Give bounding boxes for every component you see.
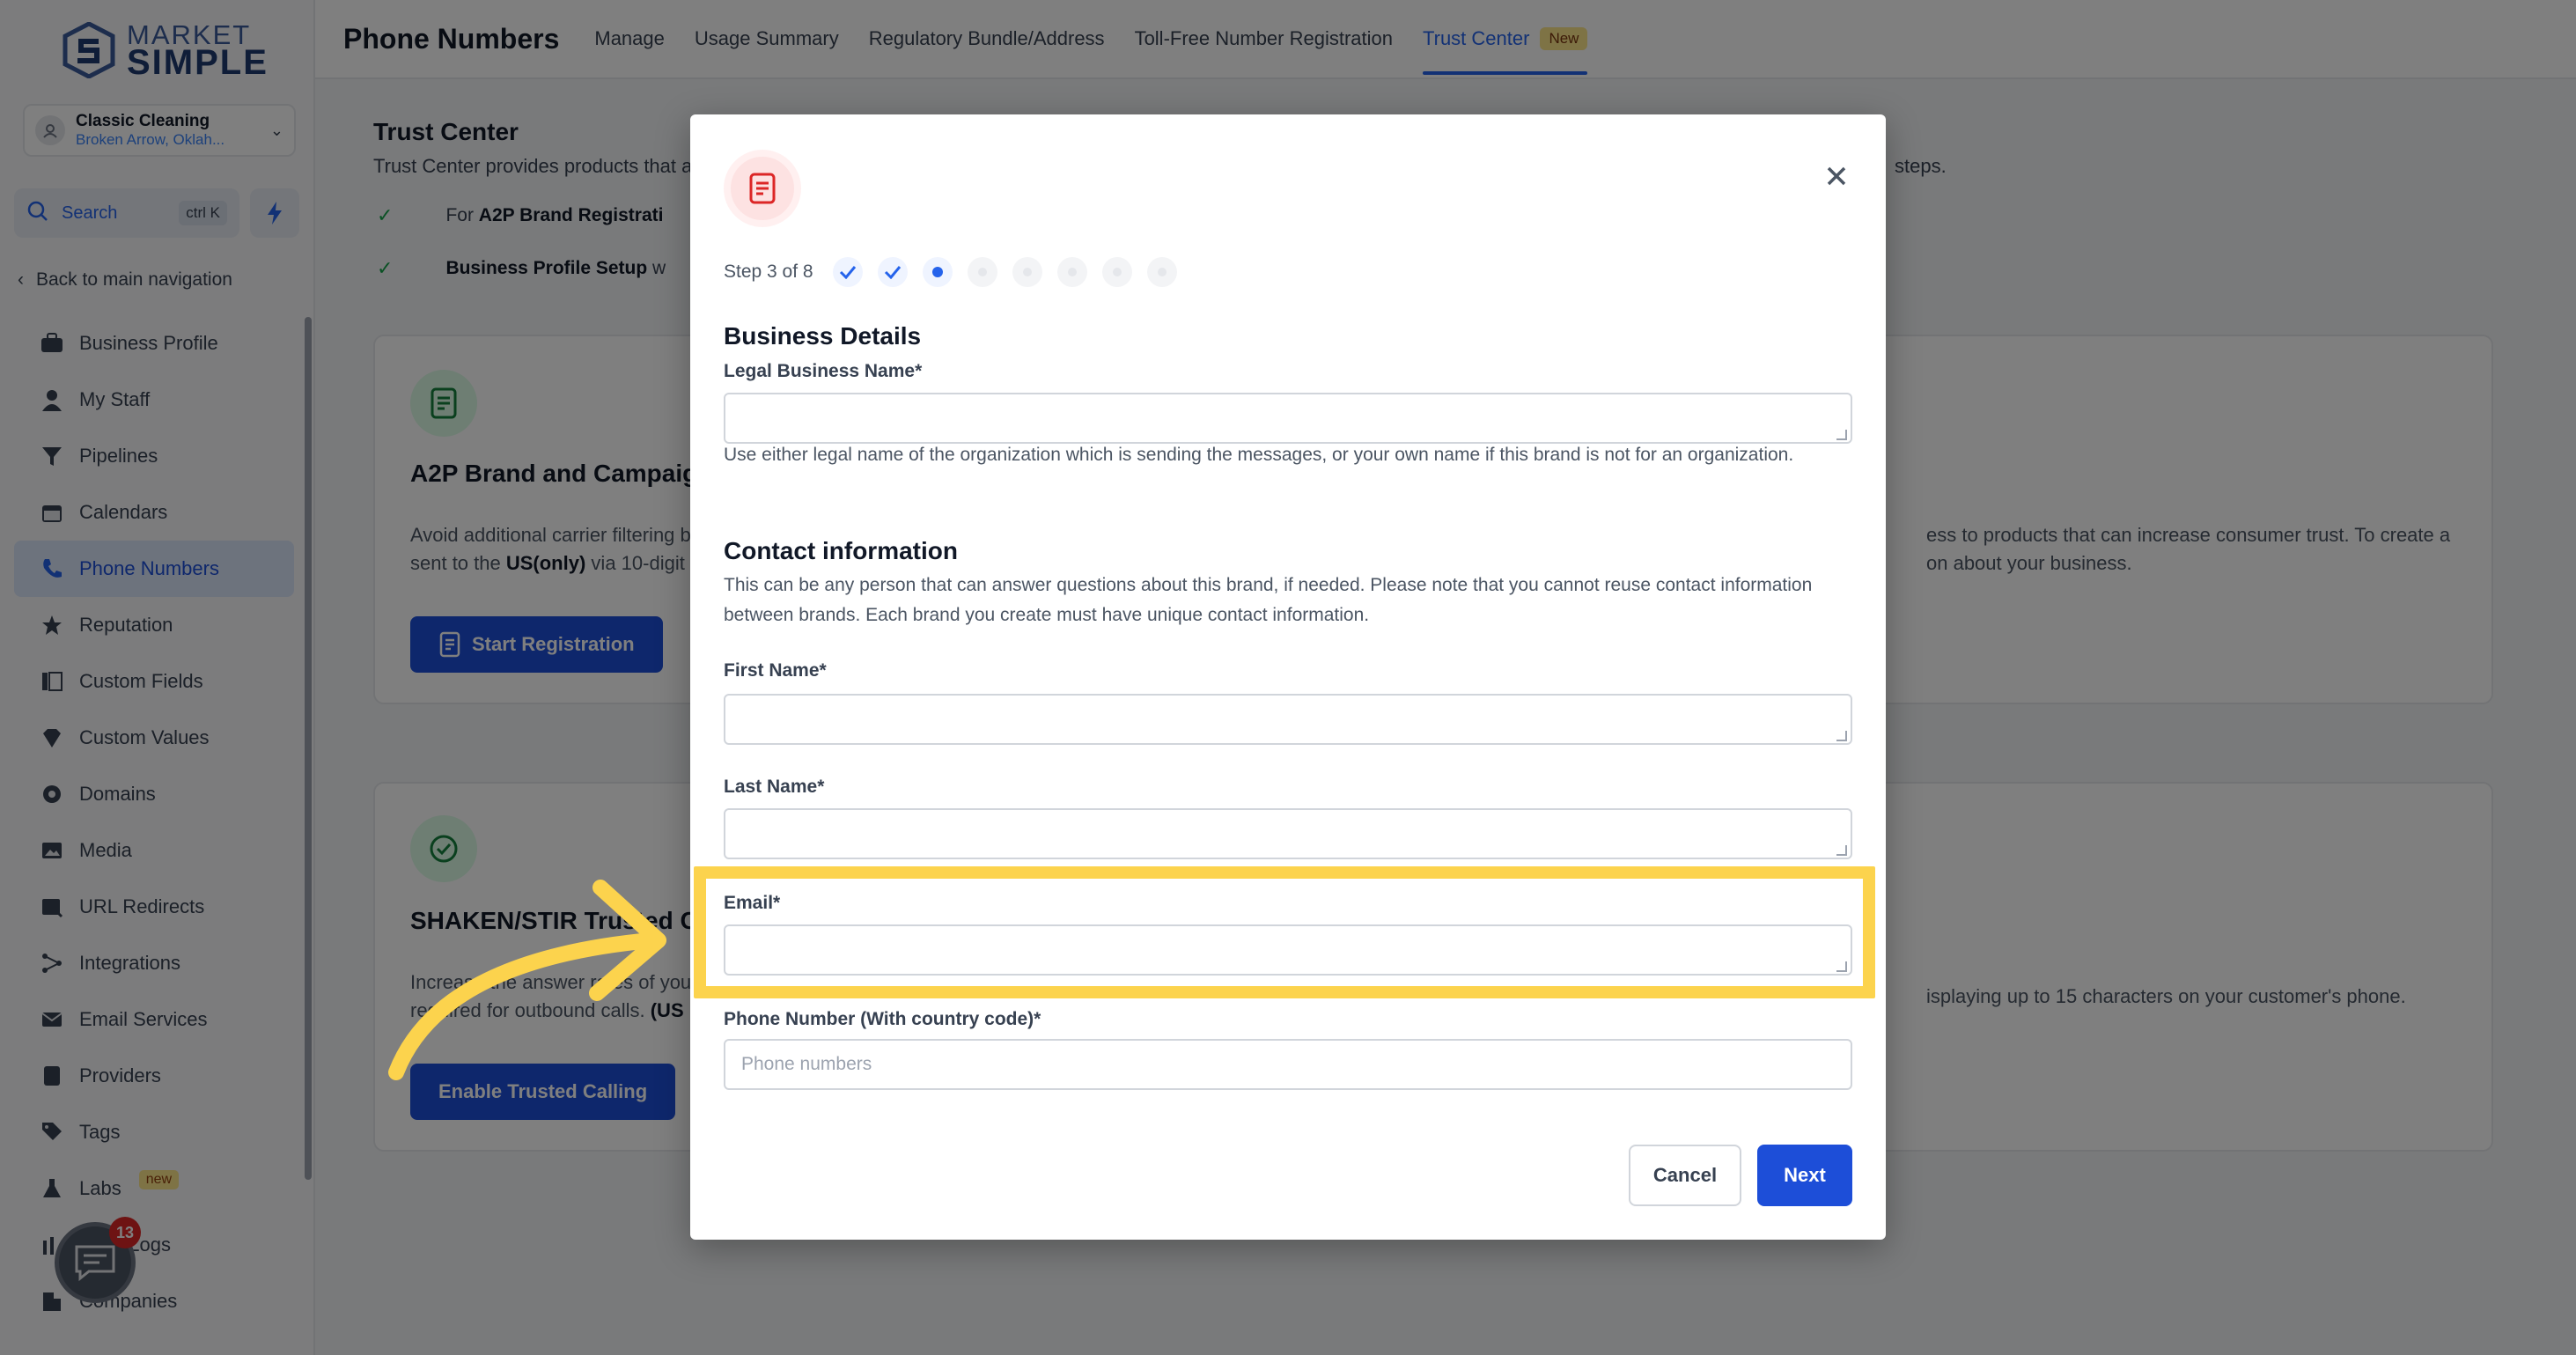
step-7	[1101, 257, 1132, 287]
email-input[interactable]	[724, 924, 1852, 976]
step-2-done	[877, 257, 908, 287]
step-1-done	[832, 257, 863, 287]
checkmark-icon	[839, 266, 856, 279]
step-8	[1146, 257, 1177, 287]
resize-handle-icon[interactable]	[1836, 731, 1847, 741]
contact-information-heading: Contact information	[724, 537, 958, 564]
contact-help-text: This can be any person that can answer q…	[724, 575, 1813, 625]
first-name-input[interactable]	[724, 694, 1852, 745]
checkmark-icon	[884, 266, 901, 279]
close-icon	[1827, 166, 1846, 186]
business-details-modal: Step 3 of 8 Business Details Legal Busin…	[690, 114, 1886, 1240]
close-button[interactable]	[1817, 157, 1856, 195]
next-button[interactable]: Next	[1757, 1145, 1852, 1206]
step-6	[1056, 257, 1087, 287]
resize-handle-icon[interactable]	[1836, 845, 1847, 856]
legal-name-help-text: Use either legal name of the organizatio…	[724, 445, 1794, 465]
business-details-heading: Business Details	[724, 322, 922, 350]
resize-handle-icon[interactable]	[1836, 430, 1847, 440]
curved-arrow-icon	[388, 880, 666, 1080]
document-icon	[724, 150, 801, 227]
last-name-input[interactable]	[724, 808, 1852, 859]
step-progress: Step 3 of 8	[724, 257, 1192, 287]
step-4	[967, 257, 997, 287]
email-label: Email*	[724, 893, 781, 913]
phone-number-label: Phone Number (With country code)*	[724, 1009, 1041, 1029]
resize-handle-icon[interactable]	[1836, 961, 1847, 972]
step-label: Step 3 of 8	[724, 261, 813, 282]
legal-business-name-input[interactable]	[724, 393, 1852, 444]
first-name-label: First Name*	[724, 660, 827, 681]
cancel-button[interactable]: Cancel	[1629, 1145, 1741, 1206]
phone-number-input[interactable]	[724, 1039, 1852, 1090]
step-5	[1012, 257, 1042, 287]
step-3-current	[922, 257, 953, 287]
last-name-label: Last Name*	[724, 777, 825, 797]
legal-business-name-label: Legal Business Name*	[724, 361, 923, 381]
